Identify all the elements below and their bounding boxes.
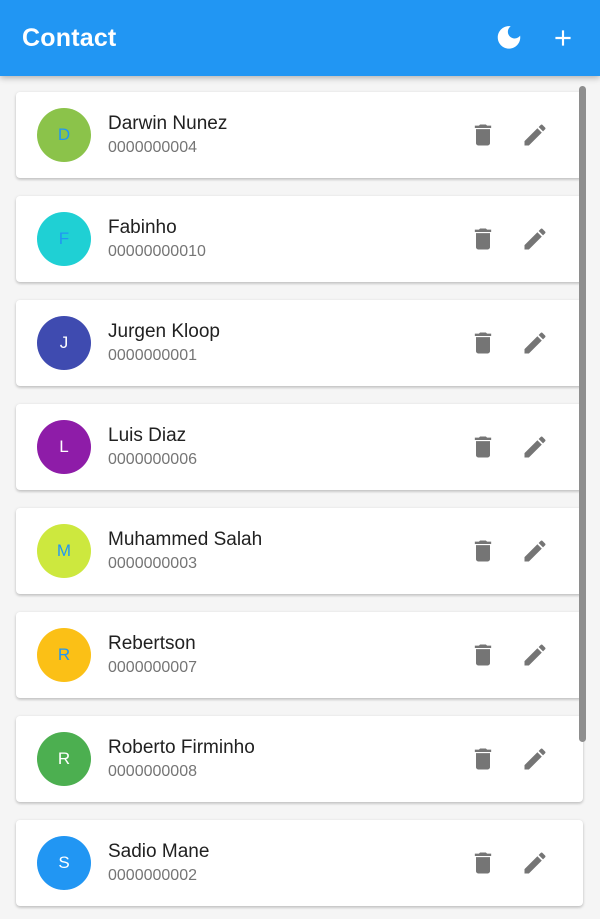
- contact-info: Jurgen Kloop 0000000001: [108, 320, 463, 367]
- avatar-initial: L: [59, 437, 69, 456]
- trash-icon: [474, 124, 492, 146]
- scrollbar-thumb[interactable]: [579, 86, 586, 742]
- edit-contact-button[interactable]: [515, 739, 555, 779]
- contact-info: Luis Diaz 0000000006: [108, 424, 463, 471]
- avatar: L: [37, 420, 91, 474]
- delete-contact-button[interactable]: [463, 219, 503, 259]
- delete-contact-button[interactable]: [463, 531, 503, 571]
- contact-name: Sadio Mane: [108, 840, 210, 862]
- edit-contact-button[interactable]: [515, 531, 555, 571]
- avatar-initial: M: [56, 541, 72, 560]
- contact-info: Rebertson 0000000007: [108, 632, 463, 679]
- plus-icon: [555, 30, 571, 46]
- trash-icon: [474, 852, 492, 874]
- theme-toggle-button[interactable]: [484, 13, 534, 63]
- pencil-icon: [524, 124, 546, 146]
- contact-name: Roberto Firminho: [108, 736, 255, 758]
- contact-name: Darwin Nunez: [108, 112, 228, 134]
- contact-phone: 0000000008: [108, 762, 197, 780]
- contact-info: Fabinho 00000000010: [108, 216, 463, 263]
- contact-list[interactable]: D Darwin Nunez 0000000004 F Fabinho 0000…: [0, 76, 600, 919]
- contact-phone: 00000000010: [108, 242, 206, 260]
- trash-icon: [474, 644, 492, 666]
- avatar-initial: F: [58, 229, 70, 248]
- avatar: S: [37, 836, 91, 890]
- pencil-icon: [524, 332, 546, 354]
- trash-icon: [474, 332, 492, 354]
- page-title: Contact: [22, 23, 117, 52]
- edit-contact-button[interactable]: [515, 323, 555, 363]
- moon-icon: [497, 26, 521, 49]
- contact-name: Fabinho: [108, 216, 177, 238]
- avatar: F: [37, 212, 91, 266]
- pencil-icon: [524, 852, 546, 874]
- delete-contact-button[interactable]: [463, 427, 503, 467]
- contact-info: Muhammed Salah 0000000003: [108, 528, 463, 575]
- pencil-icon: [524, 748, 546, 770]
- delete-contact-button[interactable]: [463, 323, 503, 363]
- trash-icon: [474, 436, 492, 458]
- avatar: R: [37, 732, 91, 786]
- contact-card[interactable]: D Darwin Nunez 0000000004: [16, 92, 583, 178]
- scrollbar[interactable]: [579, 86, 586, 742]
- edit-contact-button[interactable]: [515, 427, 555, 467]
- avatar-initial: S: [58, 853, 70, 872]
- delete-contact-button[interactable]: [463, 739, 503, 779]
- avatar: M: [37, 524, 91, 578]
- pencil-icon: [524, 644, 546, 666]
- delete-contact-button[interactable]: [463, 115, 503, 155]
- contact-info: Sadio Mane 0000000002: [108, 840, 463, 887]
- contact-name: Luis Diaz: [108, 424, 187, 446]
- trash-icon: [474, 748, 492, 770]
- avatar: J: [37, 316, 91, 370]
- contact-phone: 0000000003: [108, 554, 197, 572]
- contact-name: Rebertson: [108, 632, 196, 654]
- contact-phone: 0000000007: [108, 658, 197, 676]
- add-contact-button[interactable]: [538, 13, 588, 63]
- contact-card[interactable]: R Roberto Firminho 0000000008: [16, 716, 583, 802]
- contact-card[interactable]: L Luis Diaz 0000000006: [16, 404, 583, 490]
- avatar-initial: D: [57, 125, 71, 144]
- contact-card[interactable]: M Muhammed Salah 0000000003: [16, 508, 583, 594]
- avatar-initial: J: [59, 333, 69, 352]
- contact-info: Roberto Firminho 0000000008: [108, 736, 463, 783]
- delete-contact-button[interactable]: [463, 635, 503, 675]
- contacts-screen: Contact D Darwin Nunez 0000000004 F Fabi…: [0, 0, 600, 919]
- avatar-initial: R: [57, 749, 71, 768]
- contact-name: Muhammed Salah: [108, 528, 263, 550]
- contact-phone: 0000000001: [108, 346, 197, 364]
- app-bar: Contact: [0, 0, 600, 76]
- avatar-initial: R: [57, 645, 71, 664]
- trash-icon: [474, 540, 492, 562]
- pencil-icon: [524, 540, 546, 562]
- delete-contact-button[interactable]: [463, 843, 503, 883]
- contact-name: Jurgen Kloop: [108, 320, 220, 342]
- edit-contact-button[interactable]: [515, 115, 555, 155]
- contact-card[interactable]: R Rebertson 0000000007: [16, 612, 583, 698]
- contact-phone: 0000000006: [108, 450, 197, 468]
- pencil-icon: [524, 228, 546, 250]
- trash-icon: [474, 228, 492, 250]
- contact-info: Darwin Nunez 0000000004: [108, 112, 463, 159]
- contact-phone: 0000000002: [108, 866, 197, 884]
- contact-card[interactable]: S Sadio Mane 0000000002: [16, 820, 583, 906]
- edit-contact-button[interactable]: [515, 219, 555, 259]
- edit-contact-button[interactable]: [515, 843, 555, 883]
- avatar: R: [37, 628, 91, 682]
- contact-phone: 0000000004: [108, 138, 197, 156]
- avatar: D: [37, 108, 91, 162]
- edit-contact-button[interactable]: [515, 635, 555, 675]
- contact-card[interactable]: J Jurgen Kloop 0000000001: [16, 300, 583, 386]
- pencil-icon: [524, 436, 546, 458]
- contact-card[interactable]: F Fabinho 00000000010: [16, 196, 583, 282]
